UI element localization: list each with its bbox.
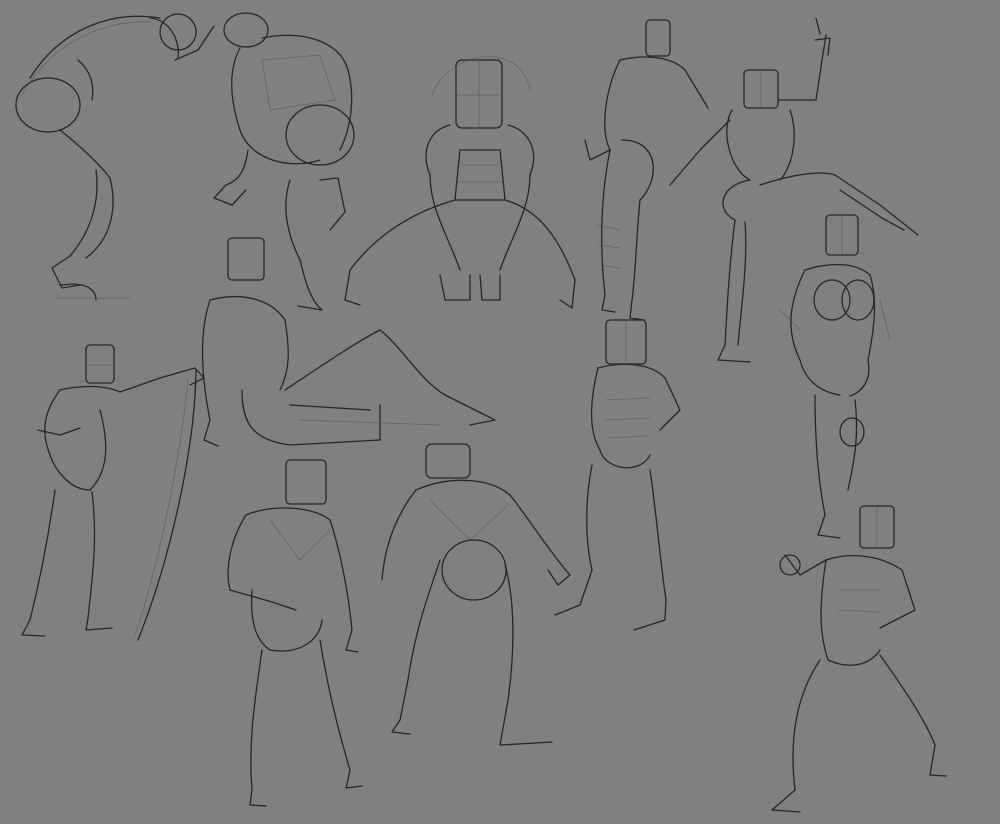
standing-back-figure: [584, 19, 709, 321]
crouched-back-stance-figure: [381, 443, 571, 746]
bent-over-figure: [15, 13, 215, 301]
standing-female-figure: [779, 214, 891, 539]
crouching-back-figure: [213, 12, 355, 311]
hand-on-hip-figure: [554, 319, 681, 631]
figure-holding-staff: [21, 344, 205, 641]
wide-squat-figure: [344, 56, 576, 309]
fighting-stance-figure: [771, 505, 947, 813]
walking-back-figure: [227, 459, 363, 807]
reclining-figure: [201, 237, 496, 447]
high-kick-figure: [669, 17, 919, 363]
sketch-canvas: [15, 12, 947, 813]
